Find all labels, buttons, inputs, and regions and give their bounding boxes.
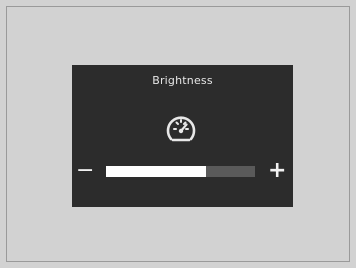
brightness-screen: Brightness − + <box>72 65 293 207</box>
brightness-increase-button[interactable]: + <box>268 160 286 182</box>
brightness-slider-fill <box>106 166 206 177</box>
gauge-icon <box>166 116 196 142</box>
brightness-slider-track[interactable] <box>106 166 255 177</box>
brightness-decrease-button[interactable]: − <box>76 160 94 182</box>
brightness-title: Brightness <box>152 74 213 87</box>
